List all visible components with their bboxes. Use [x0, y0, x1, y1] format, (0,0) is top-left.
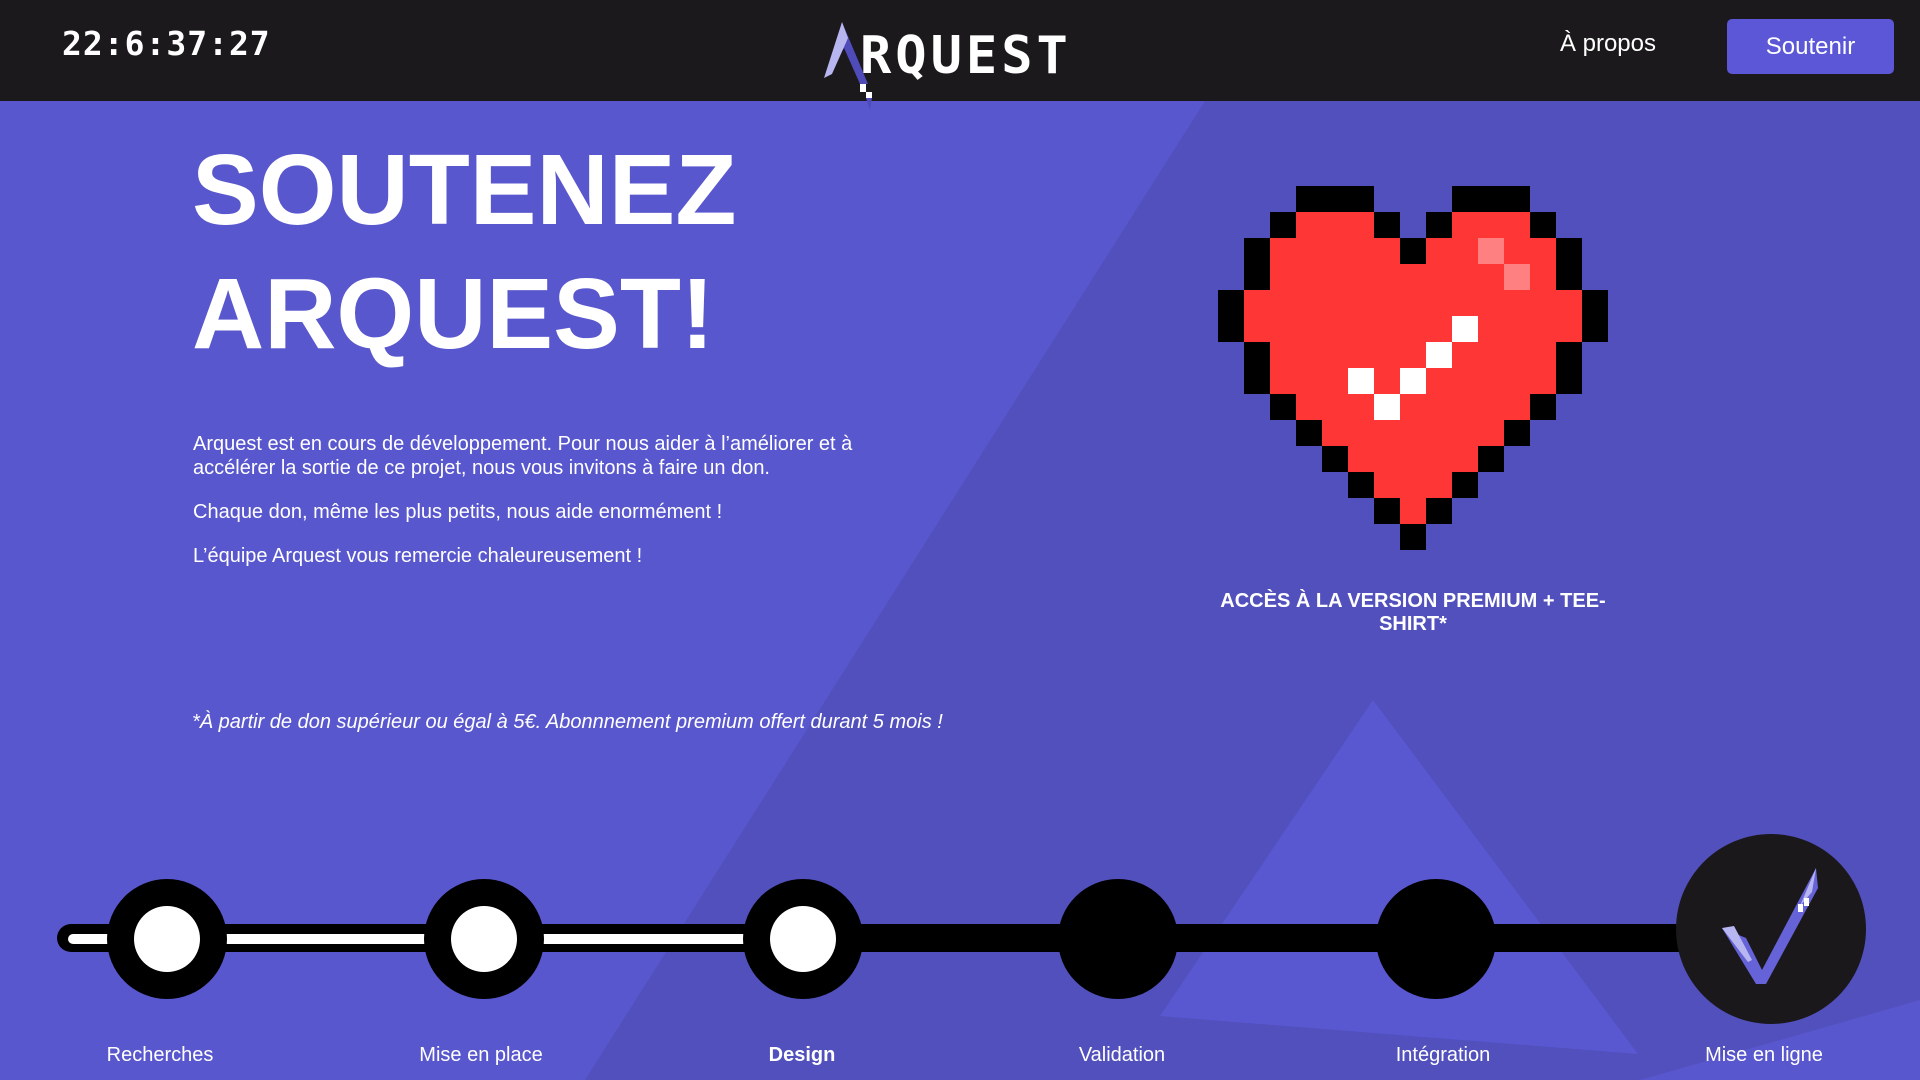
intro-paragraph-2: Chaque don, même les plus petits, nous a…: [193, 501, 723, 523]
step-dot-mise-en-place[interactable]: [424, 879, 544, 999]
step-complete-marker: [770, 906, 836, 972]
top-bar: 22:6:37:27 RQUEST À propos Soutenir: [0, 0, 1920, 110]
step-label-mise-en-place: Mise en place: [419, 1044, 543, 1066]
step-dot-design[interactable]: [743, 879, 863, 999]
nav-about-link[interactable]: À propos: [1560, 30, 1656, 58]
step-dot-recherches[interactable]: [107, 879, 227, 999]
page-title-line-2: ARQUEST!: [192, 258, 715, 370]
countdown-timer: 22:6:37:27: [62, 24, 271, 63]
check-icon: [1722, 868, 1818, 984]
step-label-design: Design: [768, 1044, 836, 1066]
intro-text: Arquest est en cours de développement. P…: [193, 432, 913, 588]
progress-timeline: Recherches Mise en place Design Validati…: [0, 800, 1920, 1080]
donation-footnote: *À partir de don supérieur ou égal à 5€.…: [192, 711, 943, 733]
step-complete-marker: [451, 906, 517, 972]
step-label-validation: Validation: [1078, 1044, 1166, 1066]
logo-text: RQUEST: [860, 26, 1072, 86]
page-title-line-1: SOUTENEZ: [192, 134, 737, 246]
reward-label: ACCÈS À LA VERSION PREMIUM + TEE-SHIRT*: [1220, 590, 1606, 635]
step-label-recherches: Recherches: [106, 1044, 214, 1066]
step-dot-integration[interactable]: [1376, 879, 1496, 999]
step-label-mise-en-ligne: Mise en ligne: [1705, 1044, 1823, 1066]
step-dot-validation[interactable]: [1058, 879, 1178, 999]
step-dot-mise-en-ligne[interactable]: [1676, 834, 1866, 1024]
page-title: SOUTENEZ ARQUEST!: [192, 128, 736, 376]
intro-paragraph-3: L’équipe Arquest vous remercie chaleureu…: [193, 545, 643, 567]
intro-paragraph-1: Arquest est en cours de développement. P…: [193, 433, 853, 479]
pixel-heart-check-icon: [1218, 186, 1608, 550]
step-label-integration: Intégration: [1395, 1044, 1491, 1066]
arquest-logo[interactable]: RQUEST: [820, 18, 1120, 114]
support-button[interactable]: Soutenir: [1727, 19, 1894, 74]
step-complete-marker: [134, 906, 200, 972]
